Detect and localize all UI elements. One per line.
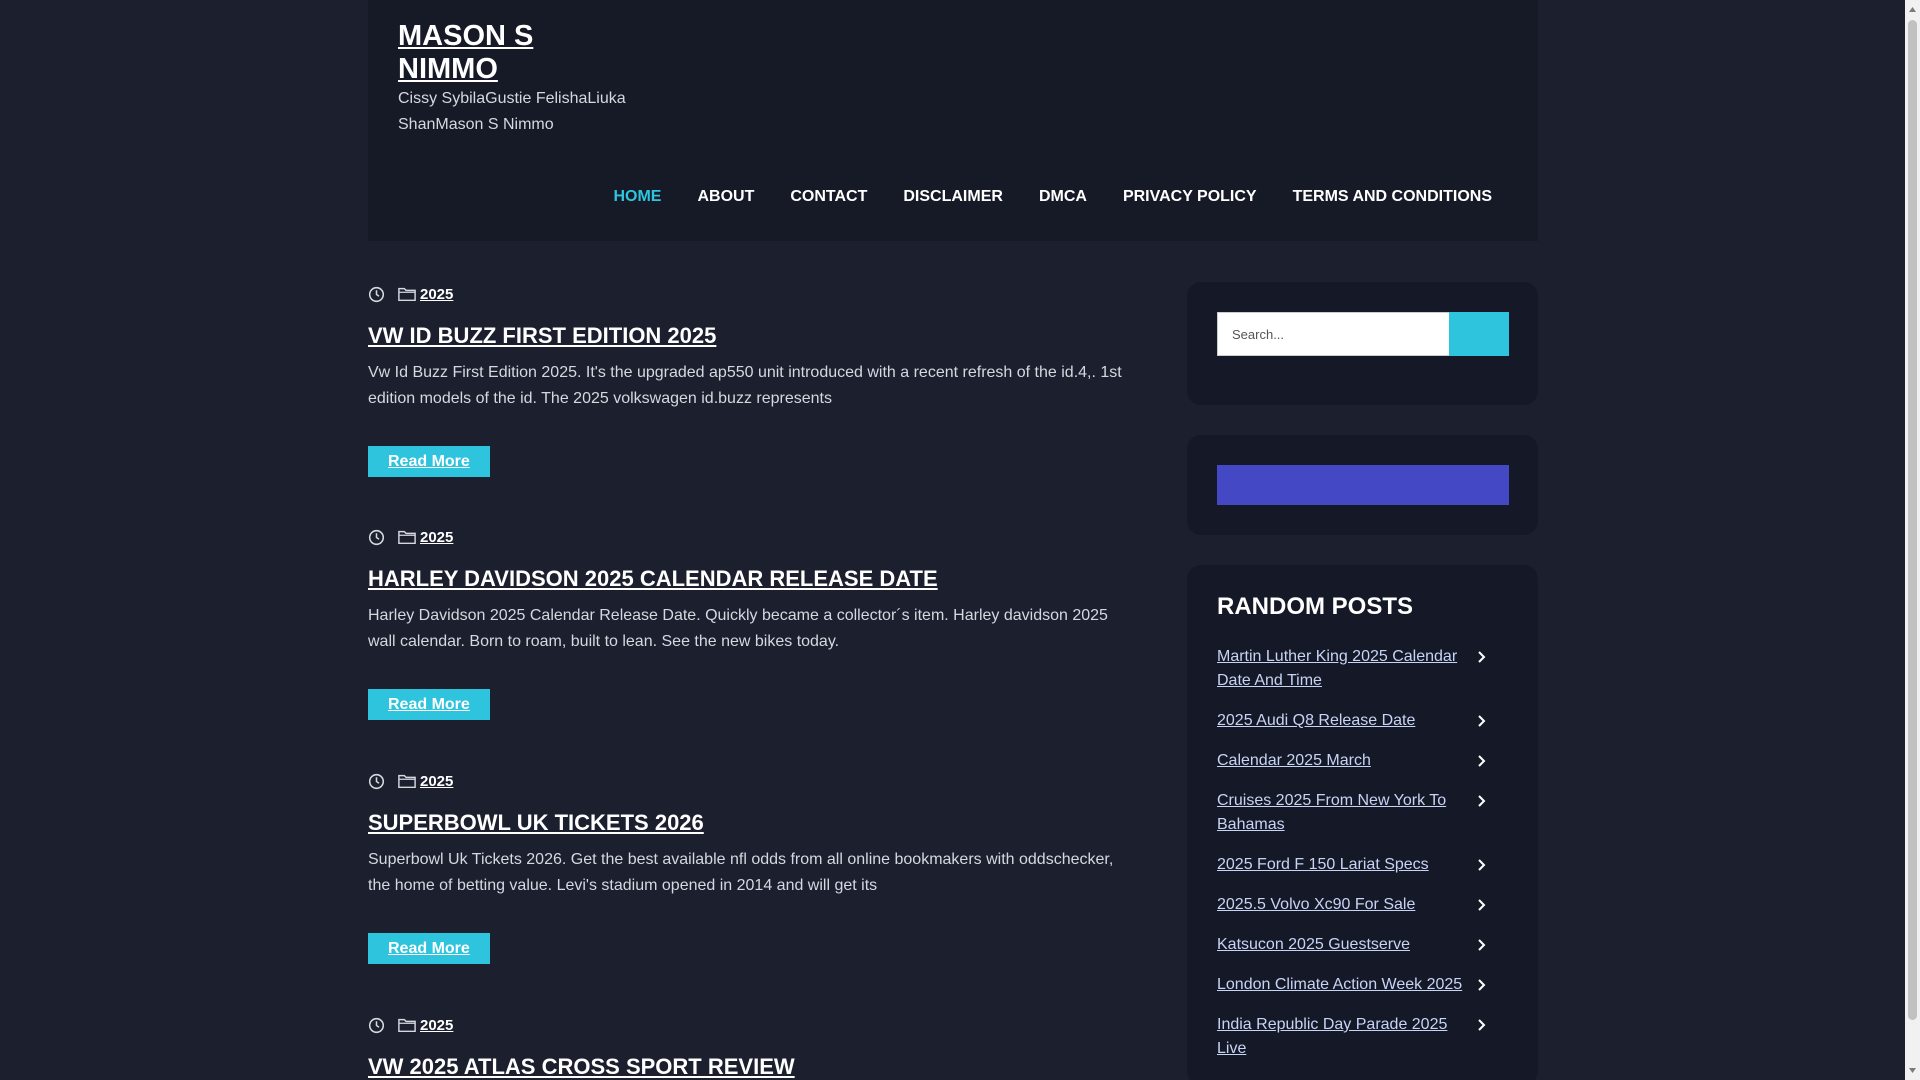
list-item: Calendar 2025 March (1217, 749, 1509, 773)
post-card: 2025 HARLEY DAVIDSON 2025 CALENDAR RELEA… (368, 525, 1128, 720)
chevron-right-icon (1478, 755, 1486, 767)
random-posts-title: RANDOM POSTS (1217, 593, 1414, 620)
chevron-right-icon (1478, 1019, 1486, 1031)
nav-item-terms-and-conditions[interactable]: TERMS AND CONDITIONS (1275, 188, 1510, 206)
nav-item-dmca[interactable]: DMCA (1021, 188, 1105, 206)
random-post-link[interactable]: India Republic Day Parade 2025 Live (1217, 1016, 1447, 1057)
post-card: 2025 SUPERBOWL UK TICKETS 2026 Superbowl… (368, 769, 1128, 964)
post-category-link[interactable]: 2025 (420, 286, 453, 303)
search-input[interactable] (1217, 312, 1449, 356)
nav-item-privacy-policy[interactable]: PRIVACY POLICY (1105, 188, 1275, 206)
random-post-link[interactable]: London Climate Action Week 2025 (1217, 976, 1462, 993)
folder-icon (398, 1018, 416, 1033)
chevron-right-icon (1478, 795, 1486, 807)
search-button[interactable] (1449, 312, 1509, 356)
post-excerpt: Vw Id Buzz First Edition 2025. It's the … (368, 364, 1122, 407)
site-description: Cissy SybilaGustie FelishaLiuka ShanMaso… (398, 90, 626, 133)
list-item: 2025 Audi Q8 Release Date (1217, 709, 1509, 733)
post-meta: 2025 (368, 525, 1128, 549)
page-scrollbar[interactable] (1905, 0, 1920, 1080)
post-title[interactable]: SUPERBOWL UK TICKETS 2026 (368, 809, 1128, 837)
chevron-right-icon (1478, 859, 1486, 871)
random-post-link[interactable]: 2025.5 Volvo Xc90 For Sale (1217, 896, 1415, 913)
chevron-right-icon (1478, 651, 1486, 663)
scroll-down-icon[interactable] (1908, 1064, 1917, 1076)
search-widget (1187, 282, 1538, 405)
post-excerpt: Harley Davidson 2025 Calendar Release Da… (368, 607, 1108, 650)
banner-widget (1187, 435, 1538, 535)
list-item: India Republic Day Parade 2025 Live (1217, 1013, 1509, 1061)
main-nav: HOME ABOUT CONTACT DISCLAIMER DMCA PRIVA… (595, 188, 1510, 206)
nav-item-contact[interactable]: CONTACT (772, 188, 885, 206)
folder-icon (398, 530, 416, 545)
random-post-link[interactable]: 2025 Ford F 150 Lariat Specs (1217, 856, 1429, 873)
clock-icon (368, 1017, 385, 1033)
post-card: 2025 VW ID BUZZ FIRST EDITION 2025 Vw Id… (368, 282, 1128, 477)
chevron-right-icon (1478, 899, 1486, 911)
nav-item-about[interactable]: ABOUT (679, 188, 772, 206)
read-more-button[interactable]: Read More (368, 689, 490, 720)
post-excerpt: Superbowl Uk Tickets 2026. Get the best … (368, 851, 1114, 894)
read-more-button[interactable]: Read More (368, 446, 490, 477)
random-posts-list: Martin Luther King 2025 Calendar Date An… (1217, 645, 1509, 1077)
post-title[interactable]: VW ID BUZZ FIRST EDITION 2025 (368, 322, 1128, 350)
random-posts-widget: RANDOM POSTS Martin Luther King 2025 Cal… (1187, 565, 1538, 1080)
post-title[interactable]: HARLEY DAVIDSON 2025 CALENDAR RELEASE DA… (368, 565, 1128, 593)
list-item: London Climate Action Week 2025 (1217, 973, 1509, 997)
banner-bar[interactable] (1217, 465, 1509, 505)
folder-icon (398, 287, 416, 302)
read-more-button[interactable]: Read More (368, 933, 490, 964)
list-item: 2025 Ford F 150 Lariat Specs (1217, 853, 1509, 877)
random-post-link[interactable]: Martin Luther King 2025 Calendar Date An… (1217, 648, 1457, 689)
post-category-link[interactable]: 2025 (420, 529, 453, 546)
post-card: 2025 VW 2025 ATLAS CROSS SPORT REVIEW (368, 1013, 1128, 1080)
list-item: Cruises 2025 From New York To Bahamas (1217, 789, 1509, 837)
scroll-up-icon[interactable] (1908, 4, 1917, 16)
post-meta: 2025 (368, 769, 1128, 793)
random-post-link[interactable]: 2025 Audi Q8 Release Date (1217, 712, 1415, 729)
list-item: Katsucon 2025 Guestserve (1217, 933, 1509, 957)
site-title[interactable]: MASON S NIMMO (398, 20, 638, 86)
post-title[interactable]: VW 2025 ATLAS CROSS SPORT REVIEW (368, 1053, 1128, 1080)
folder-icon (398, 774, 416, 789)
list-item: 2025.5 Volvo Xc90 For Sale (1217, 893, 1509, 917)
post-category-link[interactable]: 2025 (420, 773, 453, 790)
site-header: MASON S NIMMO Cissy SybilaGustie Felisha… (368, 0, 1538, 241)
post-meta: 2025 (368, 282, 1128, 306)
scrollbar-thumb[interactable] (1908, 20, 1917, 1020)
clock-icon (368, 286, 385, 302)
clock-icon (368, 773, 385, 789)
nav-item-disclaimer[interactable]: DISCLAIMER (885, 188, 1021, 206)
list-item: Martin Luther King 2025 Calendar Date An… (1217, 645, 1509, 693)
nav-item-home[interactable]: HOME (595, 188, 679, 206)
random-post-link[interactable]: Cruises 2025 From New York To Bahamas (1217, 792, 1446, 833)
random-post-link[interactable]: Katsucon 2025 Guestserve (1217, 936, 1410, 953)
chevron-right-icon (1478, 715, 1486, 727)
chevron-right-icon (1478, 939, 1486, 951)
post-category-link[interactable]: 2025 (420, 1017, 453, 1034)
random-post-link[interactable]: Calendar 2025 March (1217, 752, 1371, 769)
clock-icon (368, 529, 385, 545)
chevron-right-icon (1478, 979, 1486, 991)
post-meta: 2025 (368, 1013, 1128, 1037)
